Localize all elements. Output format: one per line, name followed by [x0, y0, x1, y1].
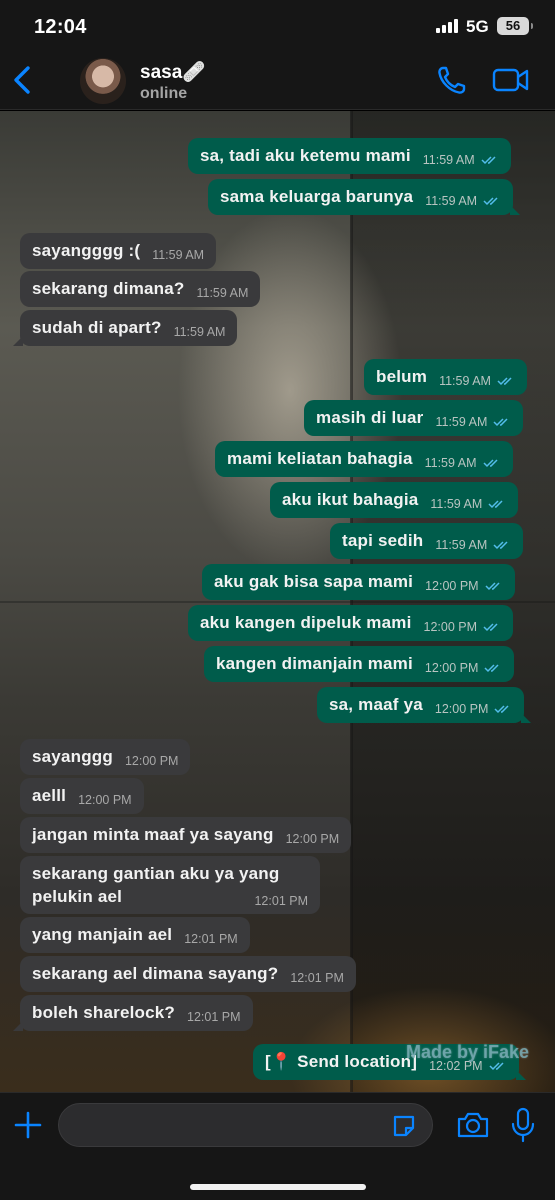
avatar[interactable]	[80, 58, 126, 104]
double-check-icon	[493, 418, 508, 427]
message-time: 11:59 AM	[196, 286, 249, 300]
message-outgoing[interactable]: tapi sedih 11:59 AM	[330, 523, 524, 559]
network-type: 5G	[466, 17, 489, 36]
message-outgoing[interactable]: belum 11:59 AM	[364, 359, 527, 395]
message-time: 11:59 AM	[425, 194, 478, 208]
message-time: 12:00 PM	[425, 579, 479, 593]
message-incoming[interactable]: sayanggg 12:00 PM	[20, 739, 191, 775]
message-time: 11:59 AM	[439, 374, 491, 388]
message-time: 12:00 PM	[434, 702, 489, 716]
video-camera-icon[interactable]	[492, 66, 530, 94]
message-time: 12:00 PM	[423, 620, 478, 634]
chat-header: sasa🩹 online	[0, 50, 555, 110]
message-incoming[interactable]: sekarang gantian aku ya yang pelukin ael…	[20, 856, 320, 914]
double-check-icon	[482, 459, 498, 468]
battery-icon: 56	[497, 17, 533, 35]
message-time: 11:59 AM	[173, 325, 226, 339]
double-check-icon	[485, 582, 500, 591]
double-check-icon	[483, 197, 498, 206]
message-outgoing[interactable]: sama keluarga barunya 11:59 AM	[208, 179, 521, 215]
double-check-icon	[484, 664, 499, 673]
message-incoming[interactable]: boleh sharelock? 12:01 PM	[13, 995, 253, 1031]
message-outgoing[interactable]: aku gak bisa sapa mami 12:00 PM	[202, 564, 515, 600]
sticker-icon[interactable]	[391, 1113, 417, 1139]
double-check-icon	[497, 377, 512, 386]
double-check-icon	[488, 500, 503, 509]
message-incoming[interactable]: sekarang ael dimana sayang? 12:01 PM	[20, 956, 356, 992]
message-time: 12:01 PM	[254, 894, 308, 908]
camera-icon[interactable]	[456, 1110, 490, 1140]
message-time: 12:00 PM	[78, 793, 132, 807]
message-time: 12:01 PM	[187, 1010, 241, 1024]
contact-name[interactable]: sasa🩹	[140, 60, 206, 84]
message-time: 12:00 PM	[124, 754, 179, 768]
message-outgoing[interactable]: aku kangen dipeluk mami 12:00 PM	[188, 605, 514, 641]
home-indicator[interactable]	[190, 1184, 366, 1190]
input-bar	[0, 1092, 555, 1200]
message-outgoing[interactable]: aku ikut bahagia 11:59 AM	[270, 482, 519, 518]
message-time: 12:00 PM	[424, 661, 479, 675]
double-check-icon	[481, 156, 496, 165]
message-time: 11:59 AM	[424, 456, 477, 470]
message-time: 12:01 PM	[184, 932, 238, 946]
message-outgoing[interactable]: sa, tadi aku ketemu mami 11:59 AM	[188, 138, 511, 174]
double-check-icon	[494, 705, 509, 714]
message-incoming[interactable]: aelll 12:00 PM	[20, 778, 144, 814]
double-check-icon	[493, 541, 508, 550]
status-time: 12:04	[34, 16, 87, 38]
message-outgoing[interactable]: sa, maaf ya 12:00 PM	[317, 687, 532, 723]
message-outgoing[interactable]: mami keliatan bahagia 11:59 AM	[215, 441, 513, 477]
message-outgoing[interactable]: kangen dimanjain mami 12:00 PM	[204, 646, 515, 682]
double-check-icon	[483, 623, 498, 632]
message-time: 11:59 AM	[430, 497, 483, 511]
message-time: 11:59 AM	[152, 248, 205, 262]
back-chevron-icon[interactable]	[8, 62, 42, 98]
message-time: 12:01 PM	[290, 971, 344, 985]
message-input[interactable]	[58, 1103, 433, 1147]
message-time: 11:59 AM	[435, 538, 488, 552]
message-incoming[interactable]: sayangggg :(11:59 AM	[20, 233, 217, 269]
message-incoming[interactable]: sudah di apart? 11:59 AM	[12, 310, 238, 346]
message-incoming[interactable]: jangan minta maaf ya sayang 12:00 PM	[20, 817, 352, 853]
watermark: Made by iFake	[406, 1042, 530, 1062]
message-outgoing[interactable]: masih di luar 11:59 AM	[304, 400, 524, 436]
phone-icon[interactable]	[436, 64, 468, 96]
plus-icon[interactable]	[12, 1109, 44, 1141]
signal-icon	[436, 19, 460, 33]
microphone-icon[interactable]	[510, 1107, 536, 1143]
status-bar: 12:04 5G 56	[0, 0, 555, 50]
chat-area[interactable]: sa, tadi aku ketemu mami 11:59 AM sama ke…	[0, 111, 555, 1092]
message-time: 11:59 AM	[422, 153, 475, 167]
message-incoming[interactable]: sekarang dimana? 11:59 AM	[20, 271, 261, 307]
message-incoming[interactable]: yang manjain ael 12:01 PM	[20, 917, 250, 953]
contact-status: online	[140, 85, 188, 102]
message-time: 12:00 PM	[285, 832, 340, 846]
message-time: 11:59 AM	[435, 415, 488, 429]
